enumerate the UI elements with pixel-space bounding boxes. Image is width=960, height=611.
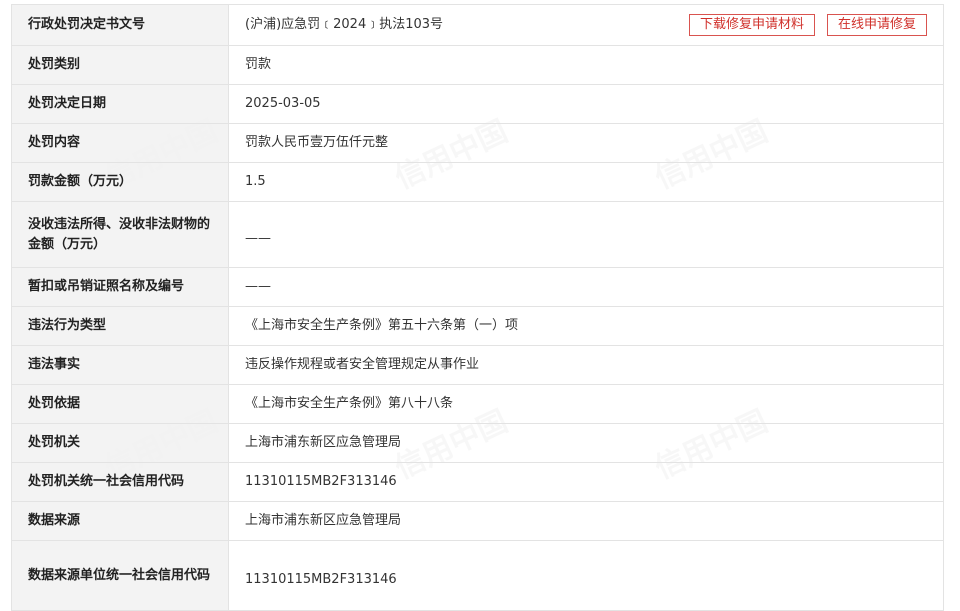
row-value: (沪浦)应急罚﹝2024﹞执法103号 下载修复申请材料 在线申请修复: [228, 4, 944, 46]
row-value: 罚款: [228, 45, 944, 85]
row-value: 11310115MB2F313146: [228, 540, 944, 611]
row-value: 11310115MB2F313146: [228, 462, 944, 502]
row-value: 上海市浦东新区应急管理局: [228, 423, 944, 463]
table-row: 行政处罚决定书文号 (沪浦)应急罚﹝2024﹞执法103号 下载修复申请材料 在…: [11, 4, 944, 46]
online-repair-application-button[interactable]: 在线申请修复: [826, 14, 927, 36]
download-repair-materials-button[interactable]: 下载修复申请材料: [688, 14, 815, 36]
row-value: 罚款人民币壹万伍仟元整: [228, 123, 944, 163]
row-label: 处罚机关统一社会信用代码: [11, 462, 229, 502]
row-label: 处罚类别: [11, 45, 229, 85]
row-label: 数据来源单位统一社会信用代码: [11, 540, 229, 611]
row-label: 行政处罚决定书文号: [11, 4, 229, 46]
row-label: 处罚依据: [11, 384, 229, 424]
row-label: 暂扣或吊销证照名称及编号: [11, 267, 229, 307]
row-label: 处罚机关: [11, 423, 229, 463]
table-row: 违法行为类型 《上海市安全生产条例》第五十六条第（一）项: [11, 306, 944, 346]
table-row: 处罚决定日期 2025-03-05: [11, 84, 944, 124]
table-row: 处罚依据 《上海市安全生产条例》第八十八条: [11, 384, 944, 424]
penalty-info-table: 行政处罚决定书文号 (沪浦)应急罚﹝2024﹞执法103号 下载修复申请材料 在…: [11, 4, 944, 611]
row-value: 《上海市安全生产条例》第八十八条: [228, 384, 944, 424]
row-value: 上海市浦东新区应急管理局: [228, 501, 944, 541]
table-row: 处罚内容 罚款人民币壹万伍仟元整: [11, 123, 944, 163]
row-label: 违法行为类型: [11, 306, 229, 346]
table-row: 暂扣或吊销证照名称及编号 ——: [11, 267, 944, 307]
row-label: 处罚决定日期: [11, 84, 229, 124]
row-value: ——: [228, 201, 944, 268]
row-label: 数据来源: [11, 501, 229, 541]
row-value: ——: [228, 267, 944, 307]
row-label: 没收违法所得、没收非法财物的金额（万元）: [11, 201, 229, 268]
row-label: 处罚内容: [11, 123, 229, 163]
row-label: 罚款金额（万元）: [11, 162, 229, 202]
table-row: 违法事实 违反操作规程或者安全管理规定从事作业: [11, 345, 944, 385]
table-row: 没收违法所得、没收非法财物的金额（万元） ——: [11, 201, 944, 268]
row-value: 违反操作规程或者安全管理规定从事作业: [228, 345, 944, 385]
table-row: 数据来源 上海市浦东新区应急管理局: [11, 501, 944, 541]
decision-number-value: (沪浦)应急罚﹝2024﹞执法103号: [245, 17, 444, 32]
row-value: 2025-03-05: [228, 84, 944, 124]
table-row: 罚款金额（万元） 1.5: [11, 162, 944, 202]
table-row: 处罚机关统一社会信用代码 11310115MB2F313146: [11, 462, 944, 502]
row-label: 违法事实: [11, 345, 229, 385]
repair-actions: 下载修复申请材料 在线申请修复: [688, 14, 927, 36]
table-row: 处罚类别 罚款: [11, 45, 944, 85]
row-value: 《上海市安全生产条例》第五十六条第（一）项: [228, 306, 944, 346]
table-row: 数据来源单位统一社会信用代码 11310115MB2F313146: [11, 540, 944, 611]
row-value: 1.5: [228, 162, 944, 202]
table-row: 处罚机关 上海市浦东新区应急管理局: [11, 423, 944, 463]
